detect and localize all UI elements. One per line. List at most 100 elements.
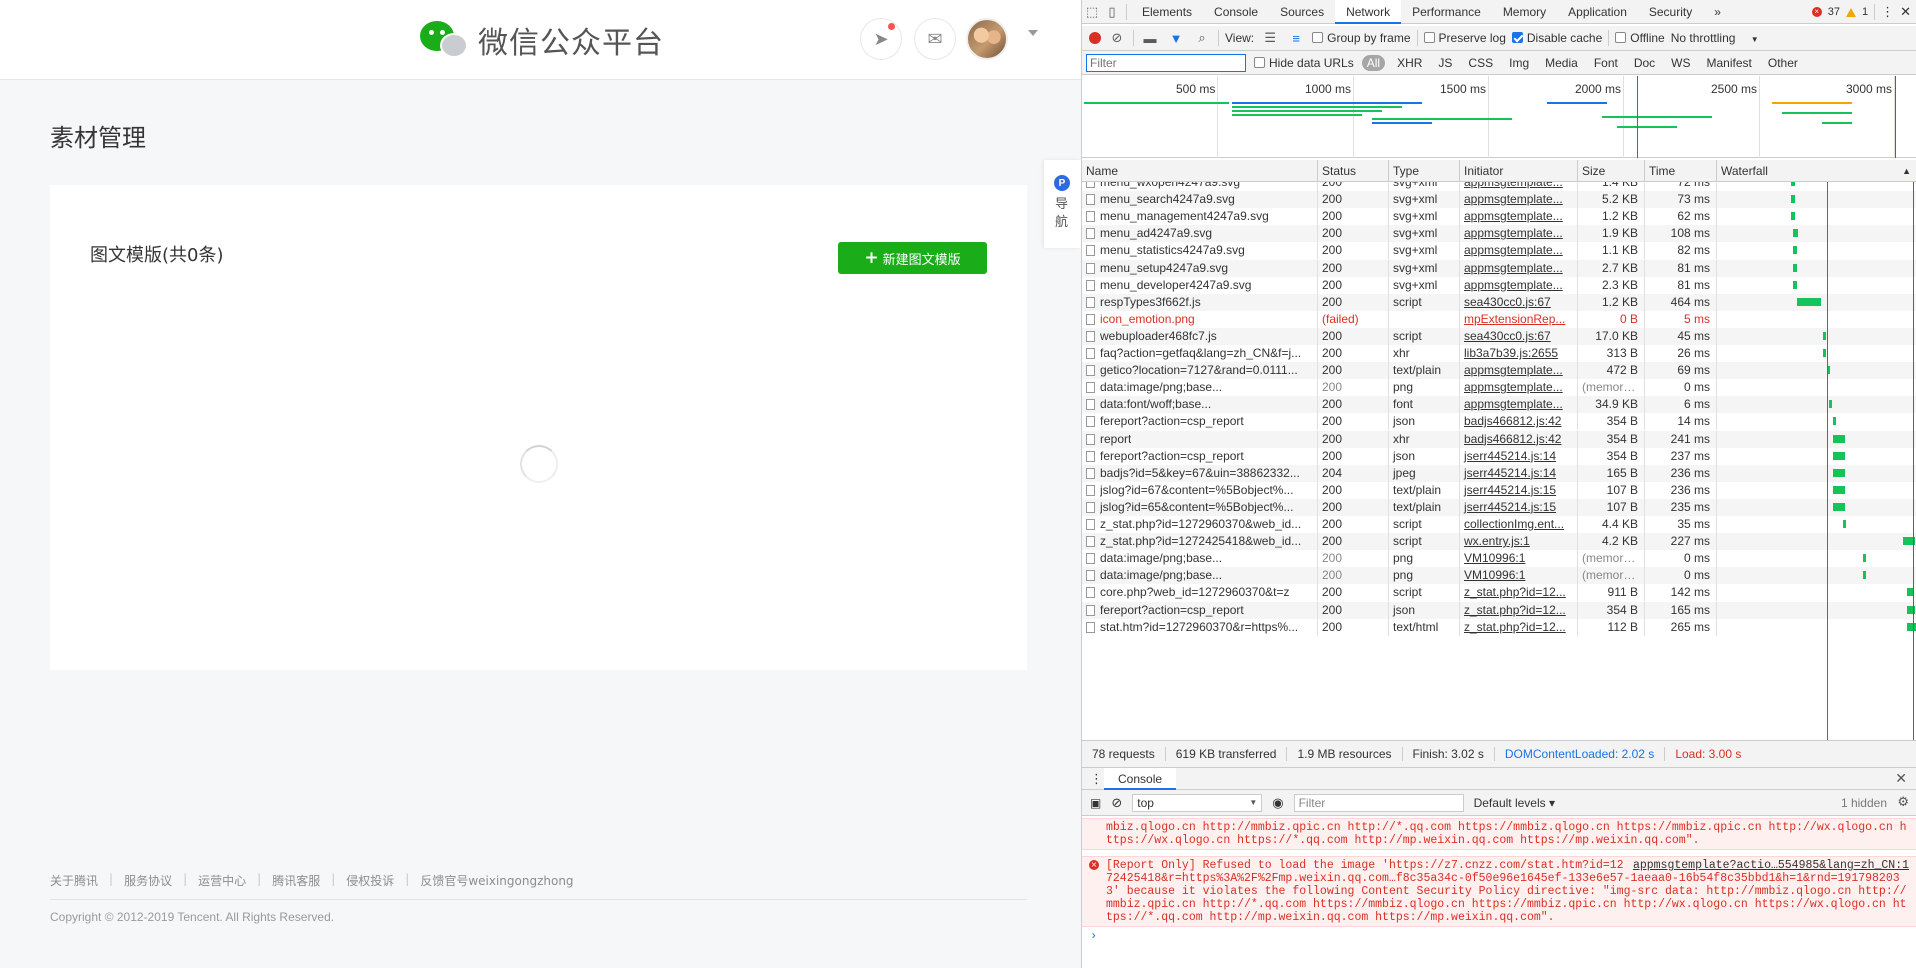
initiator-link[interactable]: appmsgtemplate... [1464, 209, 1563, 223]
footer-link-complaint[interactable]: 侵权投诉 [346, 872, 394, 889]
initiator-link[interactable]: jserr445214.js:14 [1464, 466, 1556, 480]
checkbox[interactable] [1423, 32, 1435, 43]
row-initiator[interactable]: appmsgtemplate... [1460, 396, 1578, 414]
table-row[interactable]: fereport?action=csp_report 200 json jserr44… [1082, 447, 1916, 465]
throttling-select[interactable]: No throttling ▼ [1671, 31, 1759, 45]
table-row[interactable]: jslog?id=65&content=%5Bobject%... 200 text… [1082, 498, 1916, 516]
row-name[interactable]: core.php?web_id=1272960370&t=z [1082, 584, 1318, 602]
initiator-link[interactable]: appmsgtemplate... [1464, 261, 1563, 275]
table-row[interactable]: getico?location=7127&rand=0.0111... 200 te… [1082, 362, 1916, 380]
preserve-log-checkbox[interactable]: Preserve log [1423, 31, 1506, 45]
initiator-link[interactable]: badjs466812.js:42 [1464, 432, 1561, 446]
hide-data-urls-checkbox[interactable]: Hide data URLs [1254, 56, 1354, 70]
row-initiator[interactable]: appmsgtemplate... [1460, 276, 1578, 294]
row-name[interactable]: z_stat.php?id=1272425418&web_id... [1082, 533, 1318, 551]
initiator-link[interactable]: z_stat.php?id=12... [1464, 585, 1566, 599]
filter-type-xhr[interactable]: XHR [1393, 55, 1426, 71]
initiator-link[interactable]: appmsgtemplate... [1464, 363, 1563, 377]
row-name[interactable]: data:image/png;base... [1082, 550, 1318, 568]
table-row[interactable]: stat.htm?id=1272960370&r=https%... 200 tex… [1082, 618, 1916, 636]
initiator-link[interactable]: VM10996:1 [1464, 551, 1525, 565]
table-row[interactable]: data:image/png;base... 200 png VM10996:1 (me… [1082, 567, 1916, 585]
row-name[interactable]: jslog?id=65&content=%5Bobject%... [1082, 498, 1318, 516]
row-name[interactable]: menu_search4247a9.svg [1082, 191, 1318, 209]
table-row[interactable]: menu_setup4247a9.svg 200 svg+xml appmsgtemp… [1082, 259, 1916, 277]
filter-type-ws[interactable]: WS [1667, 55, 1694, 71]
table-row[interactable]: webuploader468fc7.js 200 script sea430cc0.j… [1082, 327, 1916, 345]
kebab-menu-icon[interactable]: ⋮ [1881, 4, 1894, 20]
row-initiator[interactable]: VM10996:1 [1460, 550, 1578, 568]
table-row[interactable]: menu_search4247a9.svg 200 svg+xml appmsgtem… [1082, 191, 1916, 209]
table-row[interactable]: z_stat.php?id=1272425418&web_id... 200 scr… [1082, 533, 1916, 551]
table-row[interactable]: faq?action=getfaq&lang=zh_CN&f=j... 200 xh… [1082, 345, 1916, 363]
col-size[interactable]: Size [1578, 160, 1645, 181]
row-name[interactable]: z_stat.php?id=1272960370&web_id... [1082, 516, 1318, 534]
initiator-link[interactable]: appmsgtemplate... [1464, 182, 1563, 189]
tab-elements[interactable]: Elements [1131, 0, 1203, 24]
row-initiator[interactable]: appmsgtemplate... [1460, 379, 1578, 397]
row-name[interactable]: jslog?id=67&content=%5Bobject%... [1082, 481, 1318, 499]
checkbox[interactable] [1254, 56, 1265, 68]
row-initiator[interactable]: z_stat.php?id=12... [1460, 601, 1578, 619]
filter-type-other[interactable]: Other [1764, 55, 1802, 71]
row-name[interactable]: report [1082, 430, 1318, 448]
row-name[interactable]: fereport?action=csp_report [1082, 413, 1318, 431]
table-row[interactable]: menu_wxopen4247a9.svg 200 svg+xml appmsgtem… [1082, 182, 1916, 192]
initiator-link[interactable]: VM10996:1 [1464, 568, 1525, 582]
row-initiator[interactable]: lib3a7b39.js:2655 [1460, 345, 1578, 363]
log-levels-select[interactable]: Default levels ▾ [1474, 796, 1555, 810]
filter-input[interactable] [1086, 53, 1246, 72]
checkbox[interactable] [1615, 32, 1627, 43]
table-row[interactable]: jslog?id=67&content=%5Bobject%... 200 text… [1082, 481, 1916, 499]
row-initiator[interactable]: appmsgtemplate... [1460, 242, 1578, 260]
initiator-link[interactable]: appmsgtemplate... [1464, 192, 1563, 206]
filter-type-doc[interactable]: Doc [1630, 55, 1659, 71]
row-initiator[interactable]: jserr445214.js:15 [1460, 498, 1578, 516]
row-name[interactable]: getico?location=7127&rand=0.0111... [1082, 362, 1318, 380]
initiator-link[interactable]: appmsgtemplate... [1464, 243, 1563, 257]
row-name[interactable]: data:image/png;base... [1082, 567, 1318, 585]
initiator-link[interactable]: collectionImg.ent... [1464, 517, 1564, 531]
tab-network[interactable]: Network [1335, 0, 1402, 24]
table-row[interactable]: icon_emotion.png (failed) mpExtensionRep..… [1082, 310, 1916, 328]
row-name[interactable]: menu_ad4247a9.svg [1082, 225, 1318, 243]
initiator-link[interactable]: jserr445214.js:15 [1464, 483, 1556, 497]
sidebar-toggle-icon[interactable]: ▣ [1090, 796, 1101, 810]
checkbox[interactable] [1312, 32, 1324, 43]
row-initiator[interactable]: sea430cc0.js:67 [1460, 327, 1578, 345]
filter-type-font[interactable]: Font [1590, 55, 1622, 71]
console-message-source[interactable]: appmsgtemplate?actio…554985&lang=zh_CN:1 [1633, 859, 1909, 872]
tab-sources[interactable]: Sources [1269, 0, 1335, 24]
row-name[interactable]: icon_emotion.png [1082, 310, 1318, 328]
row-initiator[interactable]: VM10996:1 [1460, 567, 1578, 585]
initiator-link[interactable]: appmsgtemplate... [1464, 397, 1563, 411]
close-icon[interactable]: ✕ [1900, 4, 1911, 20]
initiator-link[interactable]: jserr445214.js:15 [1464, 500, 1556, 514]
table-row[interactable]: fereport?action=csp_report 200 json badjs46… [1082, 413, 1916, 431]
mail-button[interactable]: ✉ [914, 18, 956, 60]
footer-link-terms[interactable]: 服务协议 [124, 872, 172, 889]
row-name[interactable]: faq?action=getfaq&lang=zh_CN&f=j... [1082, 345, 1318, 363]
network-overview[interactable]: 500 ms 1000 ms 1500 ms 2000 ms 2500 ms 3… [1082, 76, 1916, 158]
table-row[interactable]: menu_ad4247a9.svg 200 svg+xml appmsgtemplat… [1082, 225, 1916, 243]
row-initiator[interactable]: appmsgtemplate... [1460, 225, 1578, 243]
footer-link-ops[interactable]: 运营中心 [198, 872, 246, 889]
inspect-icon[interactable]: ⬚ [1082, 2, 1102, 22]
tab-performance[interactable]: Performance [1401, 0, 1492, 24]
initiator-link[interactable]: jserr445214.js:14 [1464, 449, 1556, 463]
row-initiator[interactable]: z_stat.php?id=12... [1460, 584, 1578, 602]
row-name[interactable]: respTypes3f662f.js [1082, 293, 1318, 311]
checkbox-checked[interactable] [1511, 32, 1523, 43]
footer-link-feedback[interactable]: 反馈官号weixingongzhong [420, 872, 573, 889]
row-name[interactable]: menu_setup4247a9.svg [1082, 259, 1318, 277]
filter-icon[interactable]: ▼ [1166, 28, 1186, 48]
group-by-frame-checkbox[interactable]: Group by frame [1312, 31, 1411, 45]
new-template-button[interactable]: + 新建图文模版 [838, 242, 987, 274]
table-row[interactable]: fereport?action=csp_report 200 json z_stat.… [1082, 601, 1916, 619]
table-row[interactable]: data:image/png;base... 200 png appmsgtempla… [1082, 379, 1916, 397]
tab-memory[interactable]: Memory [1492, 0, 1557, 24]
row-initiator[interactable]: jserr445214.js:14 [1460, 464, 1578, 482]
search-icon[interactable]: ⌕ [1192, 28, 1212, 48]
filter-type-manifest[interactable]: Manifest [1703, 55, 1756, 71]
initiator-link[interactable]: sea430cc0.js:67 [1464, 295, 1551, 309]
